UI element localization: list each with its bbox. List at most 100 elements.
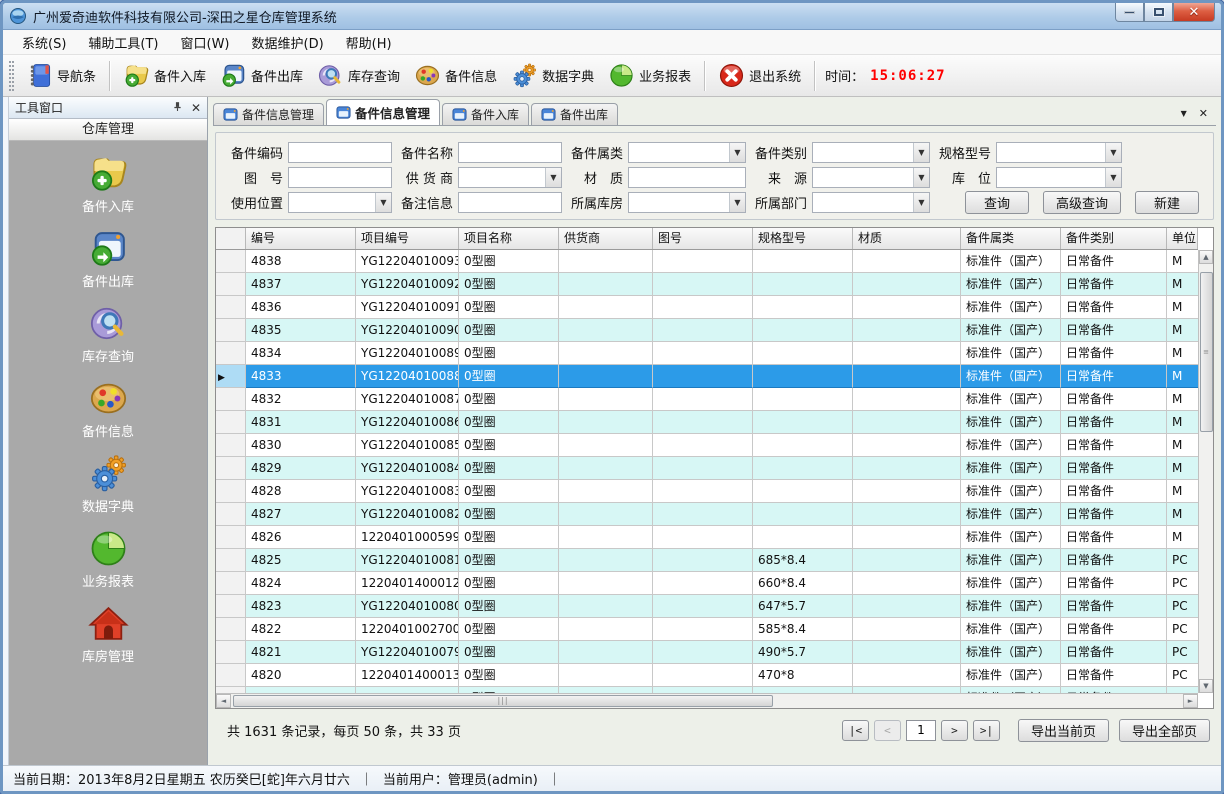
field-select[interactable]: ▼ <box>996 167 1122 188</box>
new-button[interactable]: 新建 <box>1135 191 1199 214</box>
chevron-down-icon[interactable]: ▼ <box>729 143 745 162</box>
export-current-page-button[interactable]: 导出当前页 <box>1018 719 1109 742</box>
table-row[interactable]: 4829YG122040100840型圈标准件（国产）日常备件M <box>216 457 1198 480</box>
column-header-7[interactable]: 材质 <box>853 228 961 249</box>
sidebar-item-3[interactable]: 备件信息 <box>48 378 168 440</box>
field-select[interactable]: ▼ <box>812 167 930 188</box>
chevron-down-icon[interactable]: ▼ <box>1181 110 1187 118</box>
scroll-up-icon[interactable]: ▲ <box>1199 250 1213 264</box>
first-page-button[interactable]: |< <box>842 720 869 741</box>
field-input[interactable] <box>458 142 562 163</box>
chevron-down-icon[interactable]: ▼ <box>913 168 929 187</box>
tab-3[interactable]: 备件出库 <box>531 103 618 125</box>
field-input[interactable] <box>458 192 562 213</box>
tab-0[interactable]: 备件信息管理 <box>213 103 324 125</box>
toolbar-button-3[interactable]: 库存查询 <box>310 59 407 92</box>
minimize-button[interactable] <box>1115 3 1144 22</box>
column-header-6[interactable]: 规格型号 <box>753 228 853 249</box>
toolbar-grip[interactable] <box>9 61 14 91</box>
column-header-3[interactable]: 项目名称 <box>459 228 559 249</box>
menu-item-4[interactable]: 帮助(H) <box>335 30 403 55</box>
table-row[interactable]: 482412204014000120型圈660*8.4标准件（国产）日常备件PC <box>216 572 1198 595</box>
chevron-down-icon[interactable]: ▼ <box>913 143 929 162</box>
chevron-down-icon[interactable]: ▼ <box>1105 143 1121 162</box>
chevron-down-icon[interactable]: ▼ <box>375 193 391 212</box>
chevron-down-icon[interactable]: ▼ <box>729 193 745 212</box>
text-input[interactable] <box>459 143 561 162</box>
column-header-2[interactable]: 项目编号 <box>356 228 459 249</box>
menu-item-2[interactable]: 窗口(W) <box>170 30 241 55</box>
table-row[interactable]: 482212204010027000型圈585*8.4标准件（国产）日常备件PC <box>216 618 1198 641</box>
toolbar-button-5[interactable]: 数据字典 <box>504 59 601 92</box>
tab-2[interactable]: 备件入库 <box>442 103 529 125</box>
table-row[interactable]: 4837YG122040100920型圈标准件（国产）日常备件M <box>216 273 1198 296</box>
table-row[interactable]: 4827YG122040100820型圈标准件（国产）日常备件M <box>216 503 1198 526</box>
sidebar-item-0[interactable]: 备件入库 <box>48 153 168 215</box>
table-row[interactable]: 4835YG122040100900型圈标准件（国产）日常备件M <box>216 319 1198 342</box>
column-header-1[interactable]: 编号 <box>246 228 356 249</box>
chevron-down-icon[interactable]: ▼ <box>545 168 561 187</box>
field-select[interactable]: ▼ <box>458 167 562 188</box>
maximize-button[interactable] <box>1144 3 1173 22</box>
close-icon[interactable]: ✕ <box>191 102 201 114</box>
toolbar-button-0[interactable]: 导航条 <box>19 59 103 92</box>
tab-1[interactable]: 备件信息管理 <box>326 99 440 125</box>
export-all-pages-button[interactable]: 导出全部页 <box>1119 719 1210 742</box>
horizontal-scroll-thumb[interactable]: ||| <box>233 695 773 707</box>
scroll-right-icon[interactable]: ► <box>1183 694 1198 708</box>
field-input[interactable] <box>288 142 392 163</box>
field-select[interactable]: ▼ <box>996 142 1122 163</box>
field-select[interactable]: ▼ <box>812 192 930 213</box>
field-select[interactable]: ▼ <box>812 142 930 163</box>
search-button[interactable]: 查询 <box>965 191 1029 214</box>
table-row[interactable]: 4828YG122040100830型圈标准件（国产）日常备件M <box>216 480 1198 503</box>
toolbar-button-7[interactable]: 退出系统 <box>711 59 808 92</box>
scroll-left-icon[interactable]: ◄ <box>216 694 231 708</box>
next-page-button[interactable]: > <box>941 720 968 741</box>
close-button[interactable]: ✕ <box>1173 3 1215 22</box>
sidebar-item-5[interactable]: 业务报表 <box>48 528 168 590</box>
table-row[interactable]: 4838YG122040100930型圈标准件（国产）日常备件M <box>216 250 1198 273</box>
chevron-down-icon[interactable]: ▼ <box>913 193 929 212</box>
close-icon[interactable]: ✕ <box>1199 108 1208 119</box>
column-header-0[interactable] <box>216 228 246 249</box>
table-row[interactable]: 482012204014000130型圈470*8标准件（国产）日常备件PC <box>216 664 1198 687</box>
column-header-5[interactable]: 图号 <box>653 228 753 249</box>
text-input[interactable] <box>289 168 391 187</box>
menu-item-0[interactable]: 系统(S) <box>11 30 77 55</box>
text-input[interactable] <box>629 168 745 187</box>
table-row[interactable]: 4836YG122040100910型圈标准件（国产）日常备件M <box>216 296 1198 319</box>
toolbar-button-6[interactable]: 业务报表 <box>601 59 698 92</box>
menu-item-3[interactable]: 数据维护(D) <box>241 30 335 55</box>
chevron-down-icon[interactable]: ▼ <box>1105 168 1121 187</box>
field-input[interactable] <box>628 167 746 188</box>
menu-item-1[interactable]: 辅助工具(T) <box>77 30 169 55</box>
sidebar-item-4[interactable]: 数据字典 <box>48 453 168 515</box>
scroll-down-icon[interactable]: ▼ <box>1199 679 1213 693</box>
table-row[interactable]: 4821YG122040100790型圈490*5.7标准件（国产）日常备件PC <box>216 641 1198 664</box>
field-select[interactable]: ▼ <box>288 192 392 213</box>
toolbar-button-4[interactable]: 备件信息 <box>407 59 504 92</box>
last-page-button[interactable]: >| <box>973 720 1000 741</box>
table-row[interactable]: 4830YG122040100850型圈标准件（国产）日常备件M <box>216 434 1198 457</box>
pin-icon[interactable] <box>172 101 183 114</box>
field-select[interactable]: ▼ <box>628 192 746 213</box>
toolbar-button-2[interactable]: 备件出库 <box>213 59 310 92</box>
table-row[interactable]: 4834YG122040100890型圈标准件（国产）日常备件M <box>216 342 1198 365</box>
table-row[interactable]: 482612204010005990型圈标准件（国产）日常备件M <box>216 526 1198 549</box>
column-header-9[interactable]: 备件类别 <box>1061 228 1167 249</box>
field-input[interactable] <box>288 167 392 188</box>
column-header-10[interactable]: 单位 <box>1167 228 1198 249</box>
table-row[interactable]: 4832YG122040100870型圈标准件（国产）日常备件M <box>216 388 1198 411</box>
prev-page-button[interactable]: < <box>874 720 901 741</box>
field-select[interactable]: ▼ <box>628 142 746 163</box>
sidebar-item-6[interactable]: 库房管理 <box>48 603 168 665</box>
sidebar-group-header[interactable]: 仓库管理 <box>9 119 207 141</box>
sidebar-item-1[interactable]: 备件出库 <box>48 228 168 290</box>
column-header-4[interactable]: 供货商 <box>559 228 653 249</box>
text-input[interactable] <box>459 193 561 212</box>
toolbar-button-1[interactable]: 备件入库 <box>116 59 213 92</box>
table-row[interactable]: 4825YG122040100810型圈685*8.4标准件（国产）日常备件PC <box>216 549 1198 572</box>
column-header-8[interactable]: 备件属类 <box>961 228 1061 249</box>
table-row[interactable]: ▶4833YG122040100880型圈标准件（国产）日常备件M <box>216 365 1198 388</box>
